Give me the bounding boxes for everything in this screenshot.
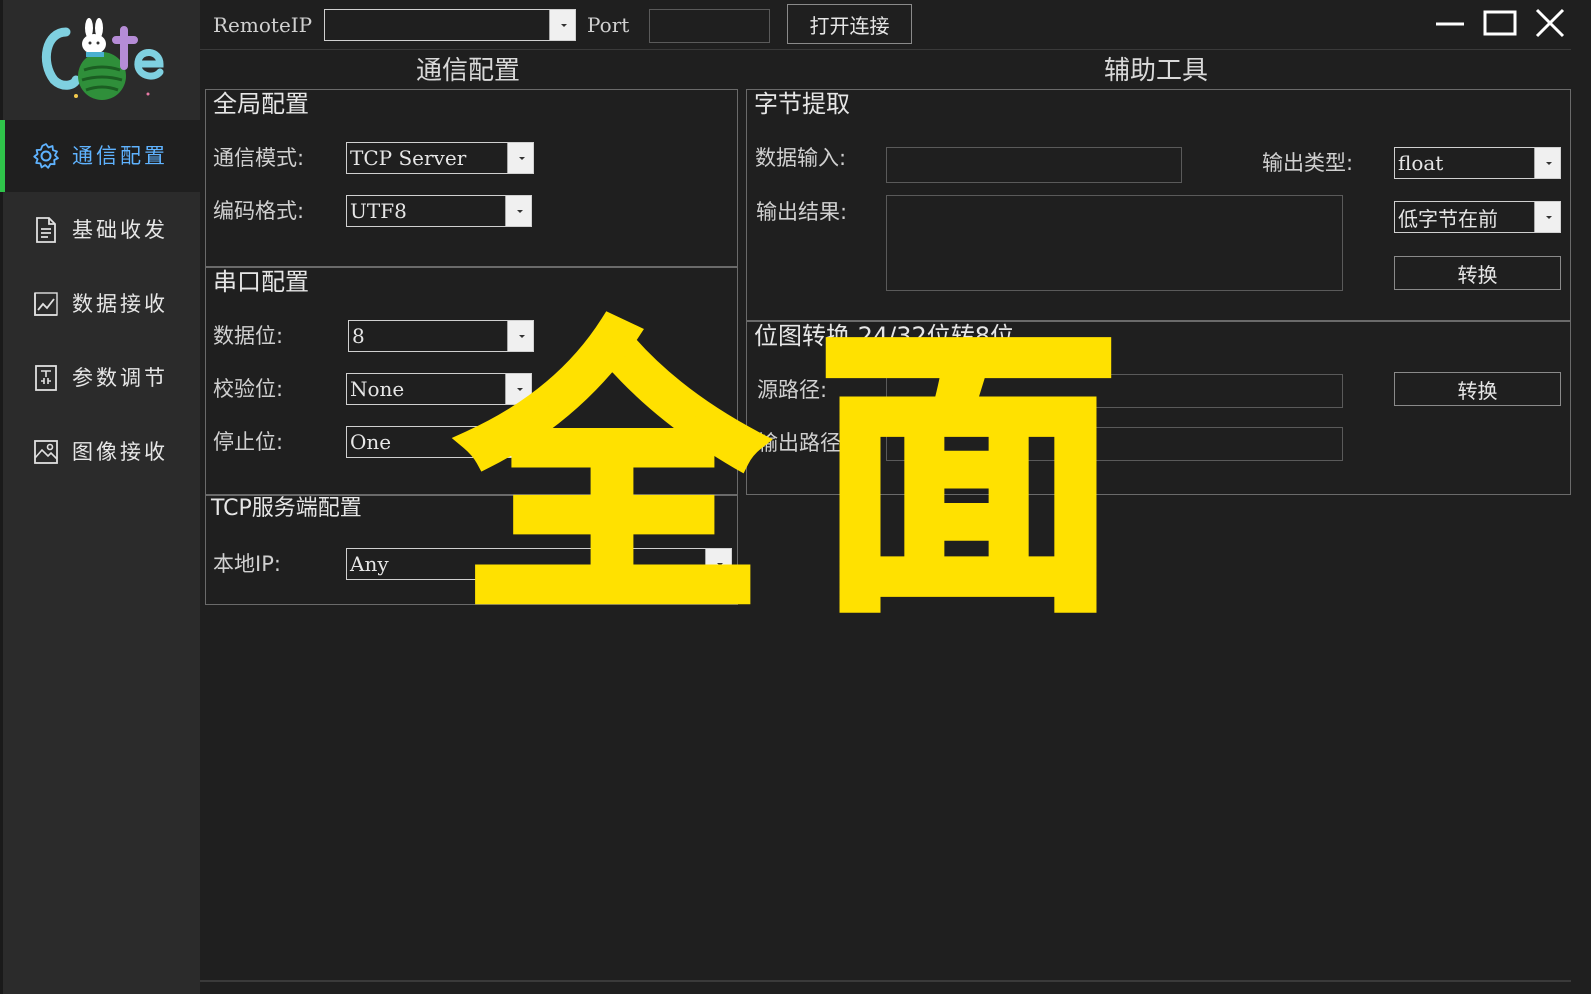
remote-ip-combobox[interactable] xyxy=(324,9,576,41)
sidebar: 通信配置 基础收发 数据接收 参数调节 图像接收 xyxy=(0,0,200,994)
sidebar-item-data-receive[interactable]: 数据接收 xyxy=(0,268,200,340)
tcp-server-config-title: TCP服务端配置 xyxy=(211,496,362,521)
comm-mode-value: TCP Server xyxy=(350,146,467,170)
databits-label: 数据位: xyxy=(213,324,284,348)
image-icon xyxy=(34,440,58,464)
databits-value: 8 xyxy=(352,324,365,348)
sidebar-item-param-tuning[interactable]: 参数调节 xyxy=(0,342,200,414)
top-divider xyxy=(200,49,1571,50)
settings-doc-icon xyxy=(35,365,57,391)
encoding-value: UTF8 xyxy=(350,199,407,223)
data-input-field[interactable] xyxy=(886,147,1182,183)
local-ip-value: Any xyxy=(350,552,389,576)
chevron-down-icon[interactable] xyxy=(507,143,533,173)
stopbits-label: 停止位: xyxy=(213,430,284,454)
sidebar-item-image-receive[interactable]: 图像接收 xyxy=(0,416,200,488)
local-ip-label: 本地IP: xyxy=(213,552,281,576)
maximize-button[interactable] xyxy=(1480,8,1520,40)
chevron-down-icon[interactable] xyxy=(1534,148,1560,178)
tools-section-title: 辅助工具 xyxy=(1104,56,1209,86)
chevron-down-icon[interactable] xyxy=(549,10,575,40)
minimize-button[interactable] xyxy=(1430,8,1470,40)
byte-convert-button[interactable]: 转换 xyxy=(1394,256,1561,290)
serial-config-title: 串口配置 xyxy=(213,268,309,296)
chart-icon xyxy=(34,292,58,316)
byte-order-value: 低字节在前 xyxy=(1398,206,1498,231)
remote-ip-label: RemoteIP xyxy=(213,13,313,37)
byte-extract-title: 字节提取 xyxy=(754,90,850,118)
comm-mode-combobox[interactable]: TCP Server xyxy=(346,142,534,174)
sidebar-item-basic-send-receive[interactable]: 基础收发 xyxy=(0,194,200,266)
sidebar-item-label: 图像接收 xyxy=(72,440,168,464)
comm-section-title: 通信配置 xyxy=(416,56,521,86)
close-button[interactable] xyxy=(1530,8,1570,40)
port-label: Port xyxy=(587,13,630,37)
encoding-combobox[interactable]: UTF8 xyxy=(346,195,532,227)
document-icon xyxy=(36,217,56,243)
source-path-label: 源路径: xyxy=(757,378,828,402)
output-type-value: float xyxy=(1398,151,1444,175)
output-type-combobox[interactable]: float xyxy=(1394,147,1561,179)
output-result-field[interactable] xyxy=(886,195,1343,291)
app-window: 通信配置 基础收发 数据接收 参数调节 图像接收 RemoteIP Port 打… xyxy=(0,0,1591,994)
output-result-label: 输出结果: xyxy=(756,200,848,224)
stopbits-value: One xyxy=(350,430,392,454)
output-type-label: 输出类型: xyxy=(1262,151,1354,175)
byte-order-combobox[interactable]: 低字节在前 xyxy=(1394,201,1561,233)
sidebar-item-label: 数据接收 xyxy=(72,292,168,316)
global-config-title: 全局配置 xyxy=(213,90,309,118)
minimize-icon xyxy=(1436,22,1464,26)
overlay-char-quan: 全 xyxy=(457,301,767,650)
logo-image xyxy=(41,18,164,100)
sidebar-item-comm-config[interactable]: 通信配置 xyxy=(0,120,200,192)
data-input-label: 数据输入: xyxy=(755,146,847,170)
parity-label: 校验位: xyxy=(213,377,284,401)
bitmap-convert-button[interactable]: 转换 xyxy=(1394,372,1561,406)
sidebar-item-label: 通信配置 xyxy=(72,144,168,168)
encoding-label: 编码格式: xyxy=(213,199,305,223)
port-input[interactable] xyxy=(649,9,770,43)
sidebar-item-label: 基础收发 xyxy=(72,218,168,242)
chevron-down-icon[interactable] xyxy=(505,196,531,226)
app-logo xyxy=(36,14,166,104)
chevron-down-icon[interactable] xyxy=(1534,202,1560,232)
sidebar-item-label: 参数调节 xyxy=(72,366,168,390)
maximize-icon xyxy=(1483,10,1517,36)
comm-mode-label: 通信模式: xyxy=(213,146,305,170)
parity-value: None xyxy=(350,377,405,401)
gear-icon xyxy=(33,143,59,169)
close-icon xyxy=(1535,8,1565,38)
overlay-char-mian: 面 xyxy=(813,301,1123,650)
bottom-divider xyxy=(200,980,1571,982)
open-connection-button[interactable]: 打开连接 xyxy=(787,4,912,44)
